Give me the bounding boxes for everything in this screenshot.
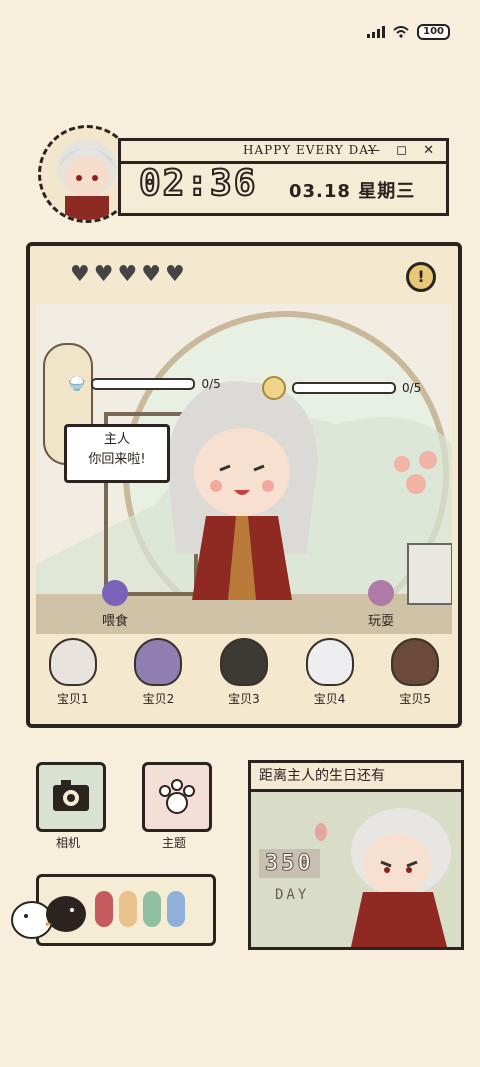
color-swatch-yellow[interactable] <box>119 891 137 927</box>
pet-option-4[interactable]: 宝贝4 <box>300 638 360 707</box>
food-bowl-icon <box>102 580 128 606</box>
clock-widget: HAPPY EVERY DAY — ◻ ✕ 02:36 03.18 星期三 <box>118 138 449 216</box>
signal-icon <box>367 26 386 38</box>
pet-label: 宝贝4 <box>313 692 346 706</box>
pet-avatar <box>134 638 183 686</box>
feed-label: 喂食 <box>102 614 129 629</box>
pet-label: 宝贝3 <box>228 692 260 706</box>
pet-option-1[interactable]: 宝贝1 <box>43 638 103 707</box>
window-controls[interactable]: — ◻ ✕ <box>367 143 440 158</box>
heart-icon: ♥ <box>141 262 161 287</box>
pet-avatar <box>48 638 97 686</box>
pet-avatar <box>219 638 268 686</box>
pet-label: 宝贝1 <box>56 692 89 706</box>
food-meter-value: 0/5 <box>201 377 221 391</box>
pet-option-3[interactable]: 宝贝3 <box>214 638 274 707</box>
heart-icon: ♥ <box>70 262 90 287</box>
smiley-icon <box>262 376 286 400</box>
bird-mascot-icon <box>11 896 86 939</box>
pet-avatar <box>305 638 354 686</box>
color-swatch-blue[interactable] <box>167 891 185 927</box>
speech-bubble: 主人 你回来啦! <box>64 424 170 483</box>
pet-avatar <box>391 638 440 686</box>
clock-title: HAPPY EVERY DAY <box>243 143 378 157</box>
birthday-unit: DAY <box>275 887 310 903</box>
status-bar: 100 <box>367 24 450 40</box>
alert-icon[interactable]: ! <box>406 262 436 292</box>
play-button[interactable]: 玩耍 <box>368 580 394 629</box>
color-swatch-green[interactable] <box>143 891 161 927</box>
rice-bowl-icon: 🍚 <box>68 376 86 392</box>
pet-option-2[interactable]: 宝贝2 <box>128 638 188 707</box>
health-hearts: ♥ ♥ ♥ ♥ ♥ <box>70 262 185 287</box>
color-swatch-red[interactable] <box>95 891 113 927</box>
birthday-title: 距离主人的生日还有 <box>251 763 461 792</box>
pet-selector: 宝贝1 宝贝2 宝贝3 宝贝4 宝贝5 <box>30 638 458 707</box>
heart-icon: ♥ <box>117 262 138 287</box>
mood-meter-value: 0/5 <box>402 381 422 395</box>
theme-label: 主题 <box>161 836 186 850</box>
camera-icon <box>53 780 89 811</box>
clock-date: 03.18 星期三 <box>289 181 416 202</box>
speech-line-1: 主人 <box>103 432 130 447</box>
theme-button[interactable] <box>142 762 212 832</box>
rocket-icon <box>368 580 394 606</box>
mood-meter: 0/5 <box>262 376 421 400</box>
pet-label: 宝贝5 <box>399 692 431 706</box>
paw-icon <box>159 779 195 814</box>
birthday-count: 350 <box>259 849 320 878</box>
heart-icon: ♥ <box>93 262 114 287</box>
camera-button[interactable] <box>36 762 106 832</box>
camera-label: 相机 <box>55 836 80 850</box>
pet-scene: 🍚 0/5 0/5 主人 你回来啦! 喂食 玩耍 <box>36 304 452 634</box>
food-meter-bar <box>91 378 196 390</box>
feed-button[interactable]: 喂食 <box>102 580 128 629</box>
pet-panel: ♥ ♥ ♥ ♥ ♥ ! 🍚 0/5 0/5 主人 你回来啦! 喂食 玩耍 宝贝1… <box>26 242 462 728</box>
heart-icon: ♥ <box>164 262 185 287</box>
clock-time: 02:36 <box>138 162 258 205</box>
wifi-icon <box>393 26 409 38</box>
battery-indicator: 100 <box>417 24 450 40</box>
pet-label: 宝贝2 <box>142 692 175 706</box>
speech-line-2: 你回来啦! <box>88 452 146 467</box>
mood-meter-bar <box>292 382 396 394</box>
food-meter: 🍚 0/5 <box>68 376 221 392</box>
pet-option-5[interactable]: 宝贝5 <box>385 638 445 707</box>
birthday-countdown-widget: 距离主人的生日还有 350 DAY <box>248 760 464 950</box>
play-label: 玩耍 <box>368 614 395 629</box>
